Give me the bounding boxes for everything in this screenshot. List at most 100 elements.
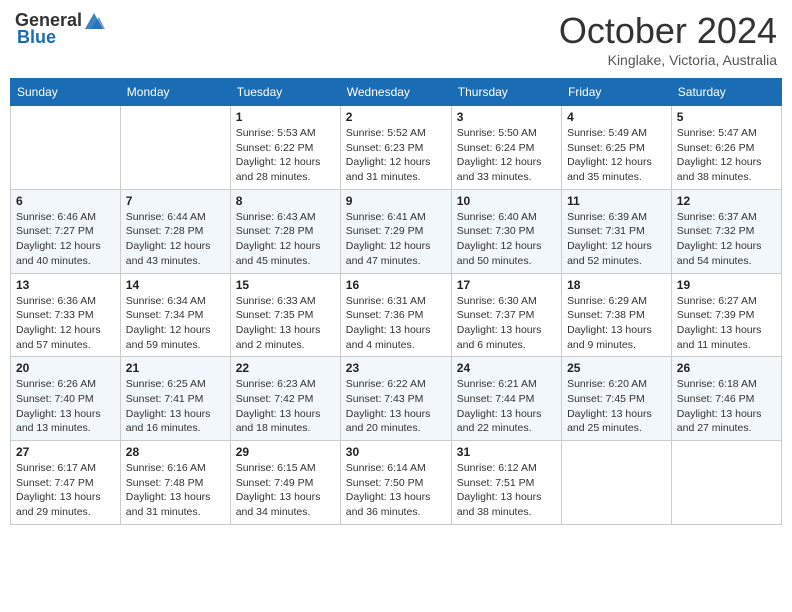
- logo: General Blue: [15, 10, 105, 48]
- calendar-cell: 26 Sunrise: 6:18 AMSunset: 7:46 PMDaylig…: [671, 357, 781, 441]
- day-detail: Sunrise: 6:12 AMSunset: 7:51 PMDaylight:…: [457, 461, 556, 520]
- day-detail: Sunrise: 6:23 AMSunset: 7:42 PMDaylight:…: [236, 377, 335, 436]
- calendar-cell: 31 Sunrise: 6:12 AMSunset: 7:51 PMDaylig…: [451, 441, 561, 525]
- calendar-cell: 2 Sunrise: 5:52 AMSunset: 6:23 PMDayligh…: [340, 106, 451, 190]
- day-number: 16: [346, 278, 446, 292]
- calendar-cell: [11, 106, 121, 190]
- calendar-header-row: SundayMondayTuesdayWednesdayThursdayFrid…: [11, 79, 782, 106]
- day-detail: Sunrise: 6:27 AMSunset: 7:39 PMDaylight:…: [677, 294, 776, 353]
- day-detail: Sunrise: 6:33 AMSunset: 7:35 PMDaylight:…: [236, 294, 335, 353]
- calendar-cell: 23 Sunrise: 6:22 AMSunset: 7:43 PMDaylig…: [340, 357, 451, 441]
- calendar-cell: 18 Sunrise: 6:29 AMSunset: 7:38 PMDaylig…: [562, 273, 672, 357]
- day-detail: Sunrise: 6:26 AMSunset: 7:40 PMDaylight:…: [16, 377, 115, 436]
- logo-blue: Blue: [17, 27, 56, 48]
- day-number: 31: [457, 445, 556, 459]
- day-number: 8: [236, 194, 335, 208]
- calendar-cell: 20 Sunrise: 6:26 AMSunset: 7:40 PMDaylig…: [11, 357, 121, 441]
- day-header-sunday: Sunday: [11, 79, 121, 106]
- day-detail: Sunrise: 5:50 AMSunset: 6:24 PMDaylight:…: [457, 126, 556, 185]
- calendar-cell: [671, 441, 781, 525]
- day-number: 5: [677, 110, 776, 124]
- day-number: 11: [567, 194, 666, 208]
- calendar-cell: 7 Sunrise: 6:44 AMSunset: 7:28 PMDayligh…: [120, 189, 230, 273]
- calendar-cell: 15 Sunrise: 6:33 AMSunset: 7:35 PMDaylig…: [230, 273, 340, 357]
- calendar-cell: 14 Sunrise: 6:34 AMSunset: 7:34 PMDaylig…: [120, 273, 230, 357]
- calendar-cell: 12 Sunrise: 6:37 AMSunset: 7:32 PMDaylig…: [671, 189, 781, 273]
- day-number: 15: [236, 278, 335, 292]
- calendar-cell: 1 Sunrise: 5:53 AMSunset: 6:22 PMDayligh…: [230, 106, 340, 190]
- day-number: 17: [457, 278, 556, 292]
- day-detail: Sunrise: 6:40 AMSunset: 7:30 PMDaylight:…: [457, 210, 556, 269]
- calendar-cell: 6 Sunrise: 6:46 AMSunset: 7:27 PMDayligh…: [11, 189, 121, 273]
- calendar-cell: 27 Sunrise: 6:17 AMSunset: 7:47 PMDaylig…: [11, 441, 121, 525]
- day-detail: Sunrise: 6:37 AMSunset: 7:32 PMDaylight:…: [677, 210, 776, 269]
- day-detail: Sunrise: 6:25 AMSunset: 7:41 PMDaylight:…: [126, 377, 225, 436]
- day-detail: Sunrise: 6:39 AMSunset: 7:31 PMDaylight:…: [567, 210, 666, 269]
- day-number: 13: [16, 278, 115, 292]
- day-detail: Sunrise: 6:18 AMSunset: 7:46 PMDaylight:…: [677, 377, 776, 436]
- calendar-cell: 3 Sunrise: 5:50 AMSunset: 6:24 PMDayligh…: [451, 106, 561, 190]
- day-number: 3: [457, 110, 556, 124]
- day-header-wednesday: Wednesday: [340, 79, 451, 106]
- day-number: 30: [346, 445, 446, 459]
- day-detail: Sunrise: 6:20 AMSunset: 7:45 PMDaylight:…: [567, 377, 666, 436]
- title-block: October 2024 Kinglake, Victoria, Austral…: [559, 10, 777, 68]
- month-title: October 2024: [559, 10, 777, 52]
- calendar-cell: 19 Sunrise: 6:27 AMSunset: 7:39 PMDaylig…: [671, 273, 781, 357]
- day-detail: Sunrise: 6:30 AMSunset: 7:37 PMDaylight:…: [457, 294, 556, 353]
- calendar-cell: 16 Sunrise: 6:31 AMSunset: 7:36 PMDaylig…: [340, 273, 451, 357]
- day-header-monday: Monday: [120, 79, 230, 106]
- day-number: 26: [677, 361, 776, 375]
- day-header-thursday: Thursday: [451, 79, 561, 106]
- calendar-week-row: 27 Sunrise: 6:17 AMSunset: 7:47 PMDaylig…: [11, 441, 782, 525]
- day-number: 14: [126, 278, 225, 292]
- calendar-cell: 4 Sunrise: 5:49 AMSunset: 6:25 PMDayligh…: [562, 106, 672, 190]
- calendar-cell: 5 Sunrise: 5:47 AMSunset: 6:26 PMDayligh…: [671, 106, 781, 190]
- day-number: 24: [457, 361, 556, 375]
- calendar-week-row: 6 Sunrise: 6:46 AMSunset: 7:27 PMDayligh…: [11, 189, 782, 273]
- day-detail: Sunrise: 6:21 AMSunset: 7:44 PMDaylight:…: [457, 377, 556, 436]
- day-detail: Sunrise: 6:22 AMSunset: 7:43 PMDaylight:…: [346, 377, 446, 436]
- day-detail: Sunrise: 5:49 AMSunset: 6:25 PMDaylight:…: [567, 126, 666, 185]
- day-header-tuesday: Tuesday: [230, 79, 340, 106]
- day-detail: Sunrise: 6:44 AMSunset: 7:28 PMDaylight:…: [126, 210, 225, 269]
- day-number: 19: [677, 278, 776, 292]
- day-header-saturday: Saturday: [671, 79, 781, 106]
- calendar-cell: 11 Sunrise: 6:39 AMSunset: 7:31 PMDaylig…: [562, 189, 672, 273]
- calendar-week-row: 13 Sunrise: 6:36 AMSunset: 7:33 PMDaylig…: [11, 273, 782, 357]
- day-number: 22: [236, 361, 335, 375]
- day-detail: Sunrise: 6:34 AMSunset: 7:34 PMDaylight:…: [126, 294, 225, 353]
- logo-icon: [83, 11, 105, 31]
- page-header: General Blue October 2024 Kinglake, Vict…: [10, 10, 782, 68]
- calendar-week-row: 20 Sunrise: 6:26 AMSunset: 7:40 PMDaylig…: [11, 357, 782, 441]
- day-header-friday: Friday: [562, 79, 672, 106]
- calendar-cell: 25 Sunrise: 6:20 AMSunset: 7:45 PMDaylig…: [562, 357, 672, 441]
- day-number: 7: [126, 194, 225, 208]
- day-detail: Sunrise: 5:53 AMSunset: 6:22 PMDaylight:…: [236, 126, 335, 185]
- day-detail: Sunrise: 5:47 AMSunset: 6:26 PMDaylight:…: [677, 126, 776, 185]
- day-detail: Sunrise: 6:17 AMSunset: 7:47 PMDaylight:…: [16, 461, 115, 520]
- day-detail: Sunrise: 6:36 AMSunset: 7:33 PMDaylight:…: [16, 294, 115, 353]
- day-detail: Sunrise: 6:41 AMSunset: 7:29 PMDaylight:…: [346, 210, 446, 269]
- day-number: 27: [16, 445, 115, 459]
- day-detail: Sunrise: 6:16 AMSunset: 7:48 PMDaylight:…: [126, 461, 225, 520]
- day-number: 28: [126, 445, 225, 459]
- day-number: 10: [457, 194, 556, 208]
- day-number: 18: [567, 278, 666, 292]
- day-number: 21: [126, 361, 225, 375]
- calendar-cell: [562, 441, 672, 525]
- calendar-cell: 21 Sunrise: 6:25 AMSunset: 7:41 PMDaylig…: [120, 357, 230, 441]
- day-detail: Sunrise: 6:46 AMSunset: 7:27 PMDaylight:…: [16, 210, 115, 269]
- calendar-cell: 28 Sunrise: 6:16 AMSunset: 7:48 PMDaylig…: [120, 441, 230, 525]
- calendar-cell: 13 Sunrise: 6:36 AMSunset: 7:33 PMDaylig…: [11, 273, 121, 357]
- calendar-cell: 17 Sunrise: 6:30 AMSunset: 7:37 PMDaylig…: [451, 273, 561, 357]
- calendar-week-row: 1 Sunrise: 5:53 AMSunset: 6:22 PMDayligh…: [11, 106, 782, 190]
- day-detail: Sunrise: 6:43 AMSunset: 7:28 PMDaylight:…: [236, 210, 335, 269]
- calendar-cell: 29 Sunrise: 6:15 AMSunset: 7:49 PMDaylig…: [230, 441, 340, 525]
- calendar-cell: 9 Sunrise: 6:41 AMSunset: 7:29 PMDayligh…: [340, 189, 451, 273]
- day-number: 23: [346, 361, 446, 375]
- day-number: 6: [16, 194, 115, 208]
- day-detail: Sunrise: 6:31 AMSunset: 7:36 PMDaylight:…: [346, 294, 446, 353]
- day-detail: Sunrise: 6:29 AMSunset: 7:38 PMDaylight:…: [567, 294, 666, 353]
- calendar-cell: 22 Sunrise: 6:23 AMSunset: 7:42 PMDaylig…: [230, 357, 340, 441]
